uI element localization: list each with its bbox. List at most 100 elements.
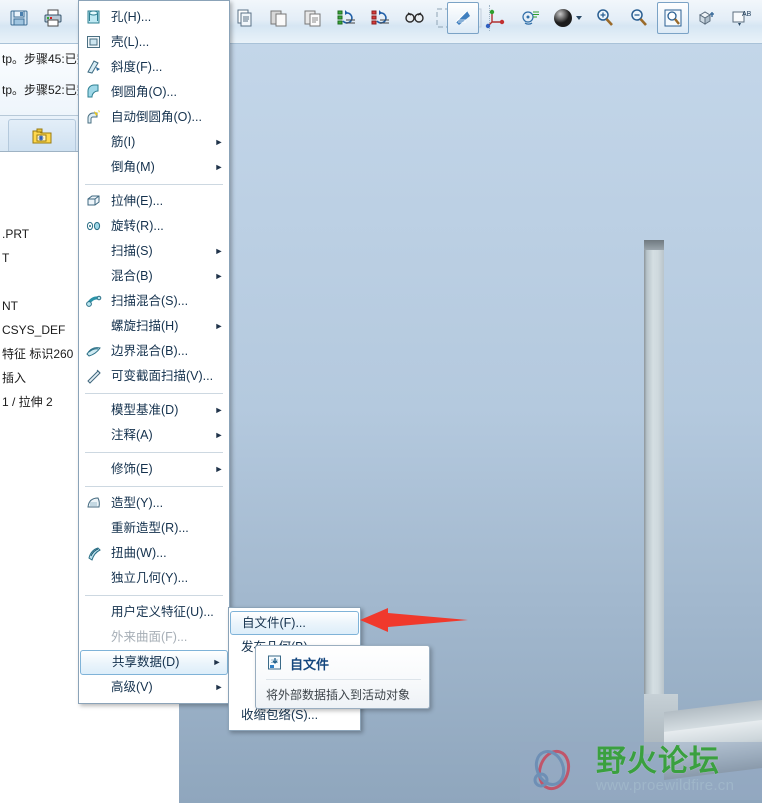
no-icon (85, 570, 107, 588)
draft-icon (85, 59, 107, 77)
shell-icon (85, 34, 107, 52)
no-icon (85, 134, 107, 152)
refit-icon[interactable] (657, 2, 689, 34)
menu-item-draft[interactable]: 斜度(F)... (79, 55, 229, 80)
menu-item-label: 高级(V) (111, 680, 153, 694)
menu-item-foreign-surface: 外来曲面(F)... (79, 625, 229, 650)
model-vertical-top-face (644, 240, 664, 250)
menu-item-hole[interactable]: 孔(H)... (79, 5, 229, 30)
menu-item-label: 可变截面扫描(V)... (111, 369, 213, 383)
watermark-url: www.proewildfire.cn (596, 777, 735, 794)
no-icon (85, 427, 107, 445)
menu-item-label: 独立几何(Y)... (111, 571, 189, 585)
axis-display-icon[interactable] (481, 2, 513, 34)
print-icon[interactable] (37, 2, 69, 34)
shading-icon[interactable] (549, 2, 587, 34)
menu-item-swept-blend[interactable]: 扫描混合(S)... (79, 289, 229, 314)
menu-separator (85, 452, 223, 453)
submenu-arrow: ► (212, 657, 222, 667)
menu-item-advanced[interactable]: 高级(V) ► (79, 675, 229, 700)
menu-item-style[interactable]: 造型(Y)... (79, 491, 229, 516)
from-file-icon (266, 654, 284, 672)
tooltip-title: 自文件 (290, 656, 330, 672)
datum-display-icon[interactable] (447, 2, 479, 34)
menu-item-label: 边界混合(B)... (111, 344, 189, 358)
watermark: 野火论坛 www.proewildfire.cn (520, 742, 762, 800)
menu-item-label: 螺旋扫描(H) (111, 319, 179, 333)
menu-item-revolve[interactable]: 旋转(R)... (79, 214, 229, 239)
menu-separator (85, 184, 223, 185)
menu-item-label: 斜度(F)... (111, 60, 163, 74)
menu-item-independent-geometry[interactable]: 独立几何(Y)... (79, 566, 229, 591)
tooltip-description: 将外部数据插入到活动对象 (266, 688, 411, 702)
menu-item-sweep[interactable]: 扫描(S) ► (79, 239, 229, 264)
submenu-item-from-file[interactable]: 自文件(F)... (230, 611, 359, 635)
submenu-arrow: ► (214, 430, 224, 440)
menu-item-label: 外来曲面(F)... (111, 630, 188, 644)
tooltip-divider (266, 679, 421, 680)
copy-icon[interactable] (229, 2, 261, 34)
saved-view-icon[interactable] (691, 2, 723, 34)
menu-item-chamfer[interactable]: 倒角(M) ► (79, 155, 229, 180)
menu-item-helical-sweep[interactable]: 螺旋扫描(H) ► (79, 314, 229, 339)
menu-separator (85, 393, 223, 394)
submenu-arrow: ► (214, 246, 224, 256)
revolve-icon (85, 218, 107, 236)
toolbar-view-group: AB (446, 0, 762, 36)
menu-item-boundary-blend[interactable]: 边界混合(B)... (79, 339, 229, 364)
submenu-arrow: ► (214, 405, 224, 415)
save-icon[interactable] (3, 2, 35, 34)
menu-item-rib[interactable]: 筋(I) ► (79, 130, 229, 155)
menu-item-label: 旋转(R)... (111, 219, 164, 233)
menu-item-label: 注释(A) (111, 428, 153, 442)
menu-item-label: 筋(I) (111, 135, 136, 149)
menu-item-auto-round[interactable]: 自动倒圆角(O)... (79, 105, 229, 130)
submenu-arrow: ► (214, 464, 224, 474)
tooltip: 自文件 将外部数据插入到活动对象 (255, 645, 430, 709)
menu-separator (85, 595, 223, 596)
menu-item-label: 扫描混合(S)... (111, 294, 189, 308)
insert-menu[interactable]: 孔(H)... 壳(L)... 斜度(F)... 倒圆角(O)... 自动倒圆角… (78, 0, 230, 704)
menu-item-cosmetic[interactable]: 修饰(E) ► (79, 457, 229, 482)
menu-item-blend[interactable]: 混合(B) ► (79, 264, 229, 289)
folder-icon (32, 128, 52, 143)
menu-item-warp[interactable]: 扭曲(W)... (79, 541, 229, 566)
hole-icon (85, 9, 107, 27)
regenerate-icon[interactable] (331, 2, 363, 34)
paste-icon[interactable] (263, 2, 295, 34)
find-icon[interactable] (399, 2, 431, 34)
forum-logo-icon (528, 748, 592, 794)
no-icon (85, 402, 107, 420)
warp-icon (85, 545, 107, 563)
point-display-icon[interactable] (515, 2, 547, 34)
menu-item-label: 共享数据(D) (112, 655, 180, 669)
menu-item-annotation[interactable]: 注释(A) ► (79, 423, 229, 448)
regenerate-all-icon[interactable] (365, 2, 397, 34)
annotation-icon[interactable]: AB (725, 2, 757, 34)
submenu-arrow: ► (214, 162, 224, 172)
auto-round-icon (85, 109, 107, 127)
no-icon (85, 520, 107, 538)
menu-item-restyle[interactable]: 重新造型(R)... (79, 516, 229, 541)
menu-item-shell[interactable]: 壳(L)... (79, 30, 229, 55)
menu-item-shared-data[interactable]: 共享数据(D) ► (80, 650, 228, 675)
no-icon (85, 318, 107, 336)
submenu-arrow: ► (214, 321, 224, 331)
zoom-in-icon[interactable] (589, 2, 621, 34)
menu-item-label: 模型基准(D) (111, 403, 179, 417)
varsec-sweep-icon (85, 368, 107, 386)
folder-tab[interactable] (8, 119, 76, 151)
menu-item-label: 倒角(M) (111, 160, 155, 174)
menu-item-label: 重新造型(R)... (111, 521, 189, 535)
menu-separator (85, 486, 223, 487)
zoom-out-icon[interactable] (623, 2, 655, 34)
paste-special-icon[interactable] (297, 2, 329, 34)
no-icon (86, 654, 108, 672)
menu-item-model-datum[interactable]: 模型基准(D) ► (79, 398, 229, 423)
submenu-arrow: ► (214, 137, 224, 147)
menu-item-udf[interactable]: 用户定义特征(U)... (79, 600, 229, 625)
menu-item-round[interactable]: 倒圆角(O)... (79, 80, 229, 105)
no-icon (85, 461, 107, 479)
menu-item-extrude[interactable]: 拉伸(E)... (79, 189, 229, 214)
menu-item-variable-section-sweep[interactable]: 可变截面扫描(V)... (79, 364, 229, 389)
